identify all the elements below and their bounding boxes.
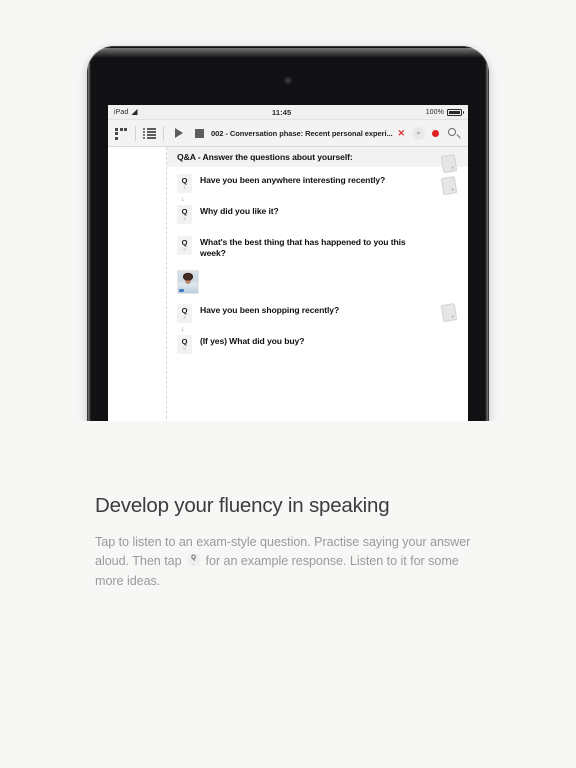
app-content-area: Q&A - Answer the questions about yoursel… — [108, 147, 468, 421]
play-small-icon[interactable] — [412, 126, 425, 140]
question-item-1[interactable]: Q 1 Have you been anywhere interesting r… — [167, 173, 468, 195]
view-switcher-group — [115, 127, 128, 140]
question-item-4[interactable]: Q 4 Have you been shopping recently? — [167, 303, 468, 323]
toolbar-divider-1 — [135, 125, 136, 141]
note-card-icon[interactable] — [440, 154, 458, 173]
question-text: Why did you like it? — [200, 206, 279, 216]
grid-view-icon[interactable] — [115, 127, 128, 140]
question-badge-number: 3 — [183, 247, 186, 252]
question-text: Have you been anywhere interesting recen… — [200, 175, 386, 185]
tablet-device-frame: iPad ◢ 11:45 100% 002 - Conversation pha… — [88, 47, 488, 421]
avatar[interactable] — [177, 270, 199, 294]
toolbar-divider-2 — [163, 125, 164, 141]
question-text: (If yes) What did you buy? — [200, 336, 305, 346]
question-badge[interactable]: Q 3 — [177, 236, 192, 255]
status-bar-left: iPad ◢ — [114, 108, 138, 116]
status-bar-right: 100% — [425, 108, 464, 116]
front-camera-icon — [285, 78, 291, 83]
answer-arrow-icon: ↓ — [181, 326, 185, 333]
question-badge-number: 1 — [183, 185, 186, 190]
note-card-icon[interactable] — [440, 303, 458, 322]
question-badge-letter: Q — [181, 306, 188, 315]
inline-badge-letter: Q — [191, 554, 196, 562]
question-item-5[interactable]: Q 5 (If yes) What did you buy? — [167, 334, 468, 354]
close-x-icon[interactable]: ✕ — [397, 128, 405, 138]
question-badge-number: 2 — [183, 216, 186, 221]
ios-status-bar: iPad ◢ 11:45 100% — [108, 105, 468, 120]
question-badge[interactable]: Q 1 — [177, 174, 192, 193]
questions-list: Q 1 Have you been anywhere interesting r… — [167, 167, 468, 354]
question-badge-letter: Q — [181, 176, 188, 185]
caption-body: Tap to listen to an exam-style question.… — [95, 533, 475, 591]
question-badge-number: 5 — [183, 346, 186, 351]
left-sidebar-pane[interactable] — [108, 147, 167, 421]
question-badge-letter: Q — [181, 238, 188, 247]
inline-badge-number: 1 — [192, 561, 195, 566]
play-icon[interactable] — [175, 128, 183, 138]
inline-answer-badge-icon: Q1 — [187, 554, 200, 567]
track-title-label: 002 - Conversation phase: Recent persona… — [211, 128, 393, 138]
device-right-edge-highlight — [485, 63, 488, 421]
device-screen: iPad ◢ 11:45 100% 002 - Conversation pha… — [108, 105, 468, 421]
app-toolbar: 002 - Conversation phase: Recent persona… — [108, 120, 468, 147]
device-left-edge-highlight — [88, 63, 91, 421]
search-icon[interactable] — [448, 127, 460, 139]
question-item-3[interactable]: Q 3 What's the best thing that has happe… — [167, 235, 468, 259]
recorder-controls: ✕ — [397, 126, 439, 140]
question-badge[interactable]: Q 5 — [177, 335, 192, 354]
caption-block: Develop your fluency in speaking Tap to … — [95, 493, 495, 591]
carrier-label: iPad — [114, 108, 129, 116]
battery-icon — [447, 108, 464, 116]
question-text: Have you been shopping recently? — [200, 305, 340, 315]
question-badge[interactable]: Q 4 — [177, 304, 192, 323]
list-view-icon[interactable] — [143, 127, 156, 139]
answer-arrow-icon: ↓ — [181, 196, 185, 203]
battery-percent-label: 100% — [425, 108, 444, 116]
question-badge-number: 4 — [183, 315, 186, 320]
question-text: What's the best thing that has happened … — [200, 237, 406, 258]
stop-icon[interactable] — [195, 128, 204, 138]
page-title: Develop your fluency in speaking — [95, 494, 390, 517]
question-item-2[interactable]: Q 2 Why did you like it? — [167, 204, 468, 224]
question-list-pane: Q&A - Answer the questions about yoursel… — [167, 147, 468, 421]
question-badge-letter: Q — [181, 337, 188, 346]
question-badge[interactable]: Q 2 — [177, 205, 192, 224]
status-bar-clock: 11:45 — [272, 107, 292, 117]
record-dot-icon[interactable] — [432, 129, 439, 137]
device-showcase-area: iPad ◢ 11:45 100% 002 - Conversation pha… — [0, 0, 576, 421]
question-badge-letter: Q — [181, 207, 188, 216]
section-header: Q&A - Answer the questions about yoursel… — [167, 147, 468, 167]
note-card-icon[interactable] — [440, 176, 458, 195]
